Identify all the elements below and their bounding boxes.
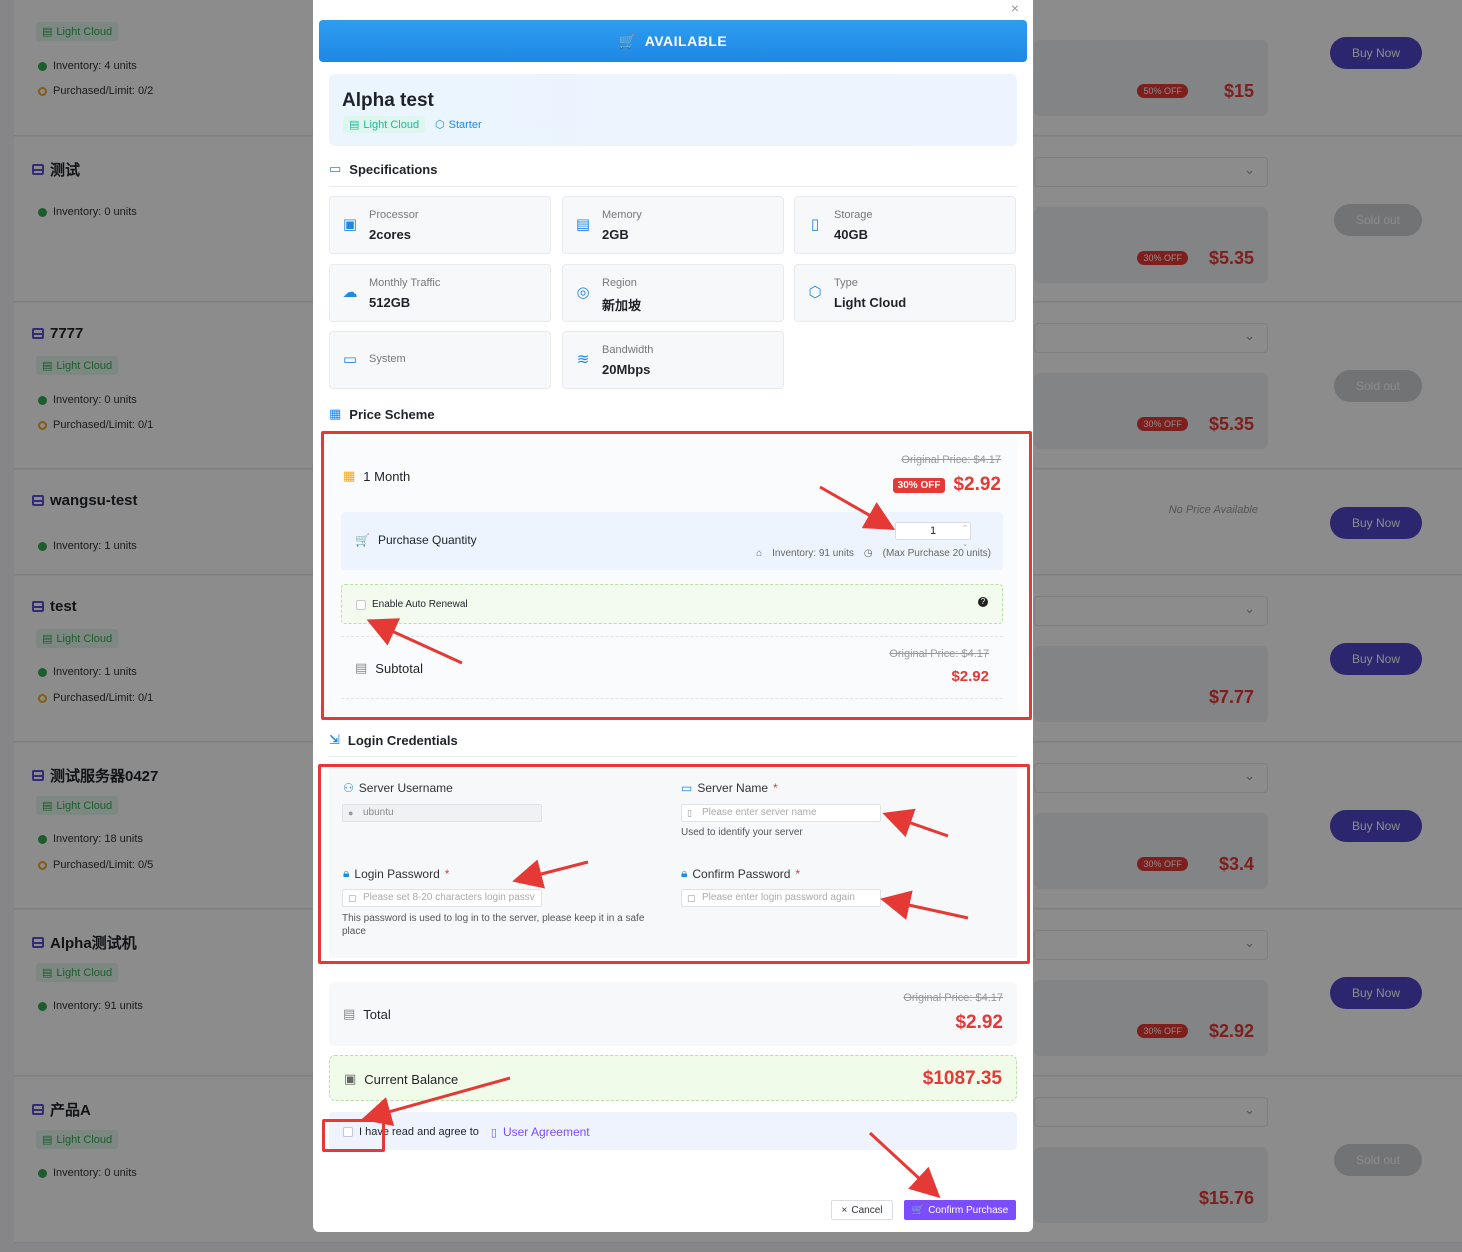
annotation-box [322, 1119, 385, 1152]
wifi-icon: ≋ [576, 351, 590, 368]
monitor-icon: ▭ [342, 351, 358, 368]
annotation-box [321, 431, 1032, 720]
spec-memory: ▤ Memory 2GB [562, 196, 784, 254]
balance-card: ▣ Current Balance $1087.35 [329, 1055, 1017, 1101]
cart-icon: 🛒 [618, 32, 637, 49]
close-icon[interactable]: × [1011, 0, 1019, 16]
total-label: ▤ Total [343, 1006, 391, 1022]
location-icon: ◎ [576, 284, 590, 301]
balance-label: ▣ Current Balance [344, 1071, 459, 1087]
credentials-heading: ⇲ Login Credentials [329, 732, 458, 748]
cube-icon: ⬡ [808, 284, 822, 301]
specs-heading: ▭ Specifications [329, 161, 438, 177]
monitor-icon: ▭ [329, 161, 342, 176]
annotation-box [318, 764, 1030, 964]
total-card: ▤ Total Original Price: $4.17 $2.92 [329, 982, 1017, 1046]
status-header: 🛒 AVAILABLE [319, 20, 1027, 62]
spec-type: ⬡ Type Light Cloud [794, 264, 1016, 322]
cloud-download-icon: ☁ [342, 284, 358, 301]
total-price: $2.92 [955, 1012, 1003, 1033]
user-agreement-link[interactable]: User Agreement [503, 1125, 590, 1139]
confirm-purchase-button[interactable]: 🛒 Confirm Purchase [904, 1200, 1016, 1220]
product-title: Alpha test [342, 90, 434, 111]
divider [329, 186, 1017, 187]
price-heading: ▦ Price Scheme [329, 406, 435, 422]
spec-traffic: ☁ Monthly Traffic 512GB [329, 264, 551, 322]
cpu-icon: ▣ [342, 216, 358, 233]
login-icon: ⇲ [329, 732, 340, 747]
divider [329, 756, 1017, 757]
spec-processor: ▣ Processor 2cores [329, 196, 551, 254]
document-icon: ▯ [490, 1126, 497, 1139]
agreement-card: I have read and agree to ▯ User Agreemen… [329, 1112, 1017, 1150]
storage-icon: ▯ [810, 216, 820, 233]
balance-value: $1087.35 [922, 1068, 1002, 1089]
type-chip: ▤ Light Cloud [343, 116, 426, 133]
memory-icon: ▤ [575, 216, 591, 233]
wallet-icon: ▣ [344, 1071, 357, 1086]
status-label: AVAILABLE [644, 33, 728, 49]
price-icon: ▦ [329, 406, 342, 421]
cube-icon: ⬡ [435, 119, 445, 131]
cart-icon: 🛒 [911, 1204, 925, 1216]
spec-system: ▭ System [329, 331, 551, 389]
original-price: Original Price: $4.17 [903, 992, 1003, 1004]
server-icon: ▤ [349, 119, 360, 131]
spec-bandwidth: ≋ Bandwidth 20Mbps [562, 331, 784, 389]
plan-chip: ⬡ Starter [435, 118, 482, 132]
close-icon: × [841, 1204, 848, 1216]
receipt-icon: ▤ [343, 1006, 356, 1021]
spec-storage: ▯ Storage 40GB [794, 196, 1016, 254]
spec-region: ◎ Region 新加坡 [562, 264, 784, 322]
product-title-card: Alpha test ▤ Light Cloud ⬡ Starter [329, 74, 1017, 146]
cancel-button[interactable]: × Cancel [831, 1200, 893, 1220]
